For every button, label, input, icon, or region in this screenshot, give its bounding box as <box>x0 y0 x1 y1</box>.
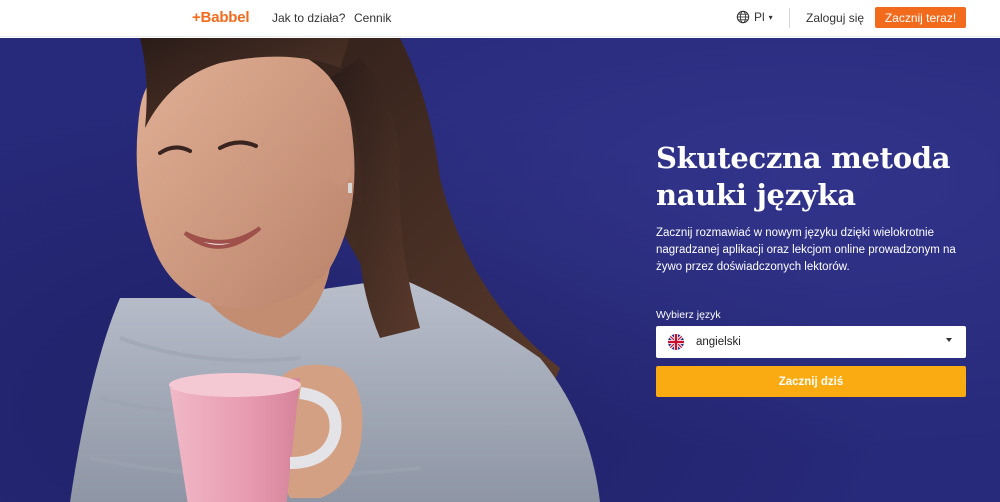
globe-icon <box>736 10 750 24</box>
chevron-down-icon: ▾ <box>768 12 773 22</box>
selected-language: angielski <box>696 336 741 348</box>
language-code: Pl <box>754 10 765 24</box>
start-today-button[interactable]: Zacznij dziś <box>656 366 966 397</box>
uk-flag-icon <box>668 334 684 350</box>
chevron-down-icon <box>946 338 952 342</box>
babbel-logo[interactable]: +Babbel <box>192 9 250 26</box>
language-selector[interactable]: Pl ▾ <box>736 10 773 24</box>
nav-link-how-it-works[interactable]: Jak to działa? <box>272 11 345 25</box>
hero-headline: Skuteczna metoda nauki języka <box>656 140 956 214</box>
headline-line-2: nauki języka <box>656 178 856 212</box>
nav-link-pricing[interactable]: Cennik <box>354 11 391 25</box>
hero-section: Skuteczna metoda nauki języka Zacznij ro… <box>0 38 1000 502</box>
nav-divider <box>789 8 790 28</box>
top-navbar: +Babbel Jak to działa? Cennik Pl ▾ Zalog… <box>0 0 1000 37</box>
language-dropdown[interactable]: angielski <box>656 326 966 358</box>
headline-line-1: Skuteczna metoda <box>656 141 951 175</box>
hero-description: Zacznij rozmawiać w nowym języku dzięki … <box>656 227 956 273</box>
hero-photo-woman-with-mug <box>70 38 600 502</box>
language-select-label: Wybierz język <box>656 309 721 321</box>
login-link[interactable]: Zaloguj się <box>806 11 864 25</box>
start-now-button[interactable]: Zacznij teraz! <box>875 7 966 28</box>
